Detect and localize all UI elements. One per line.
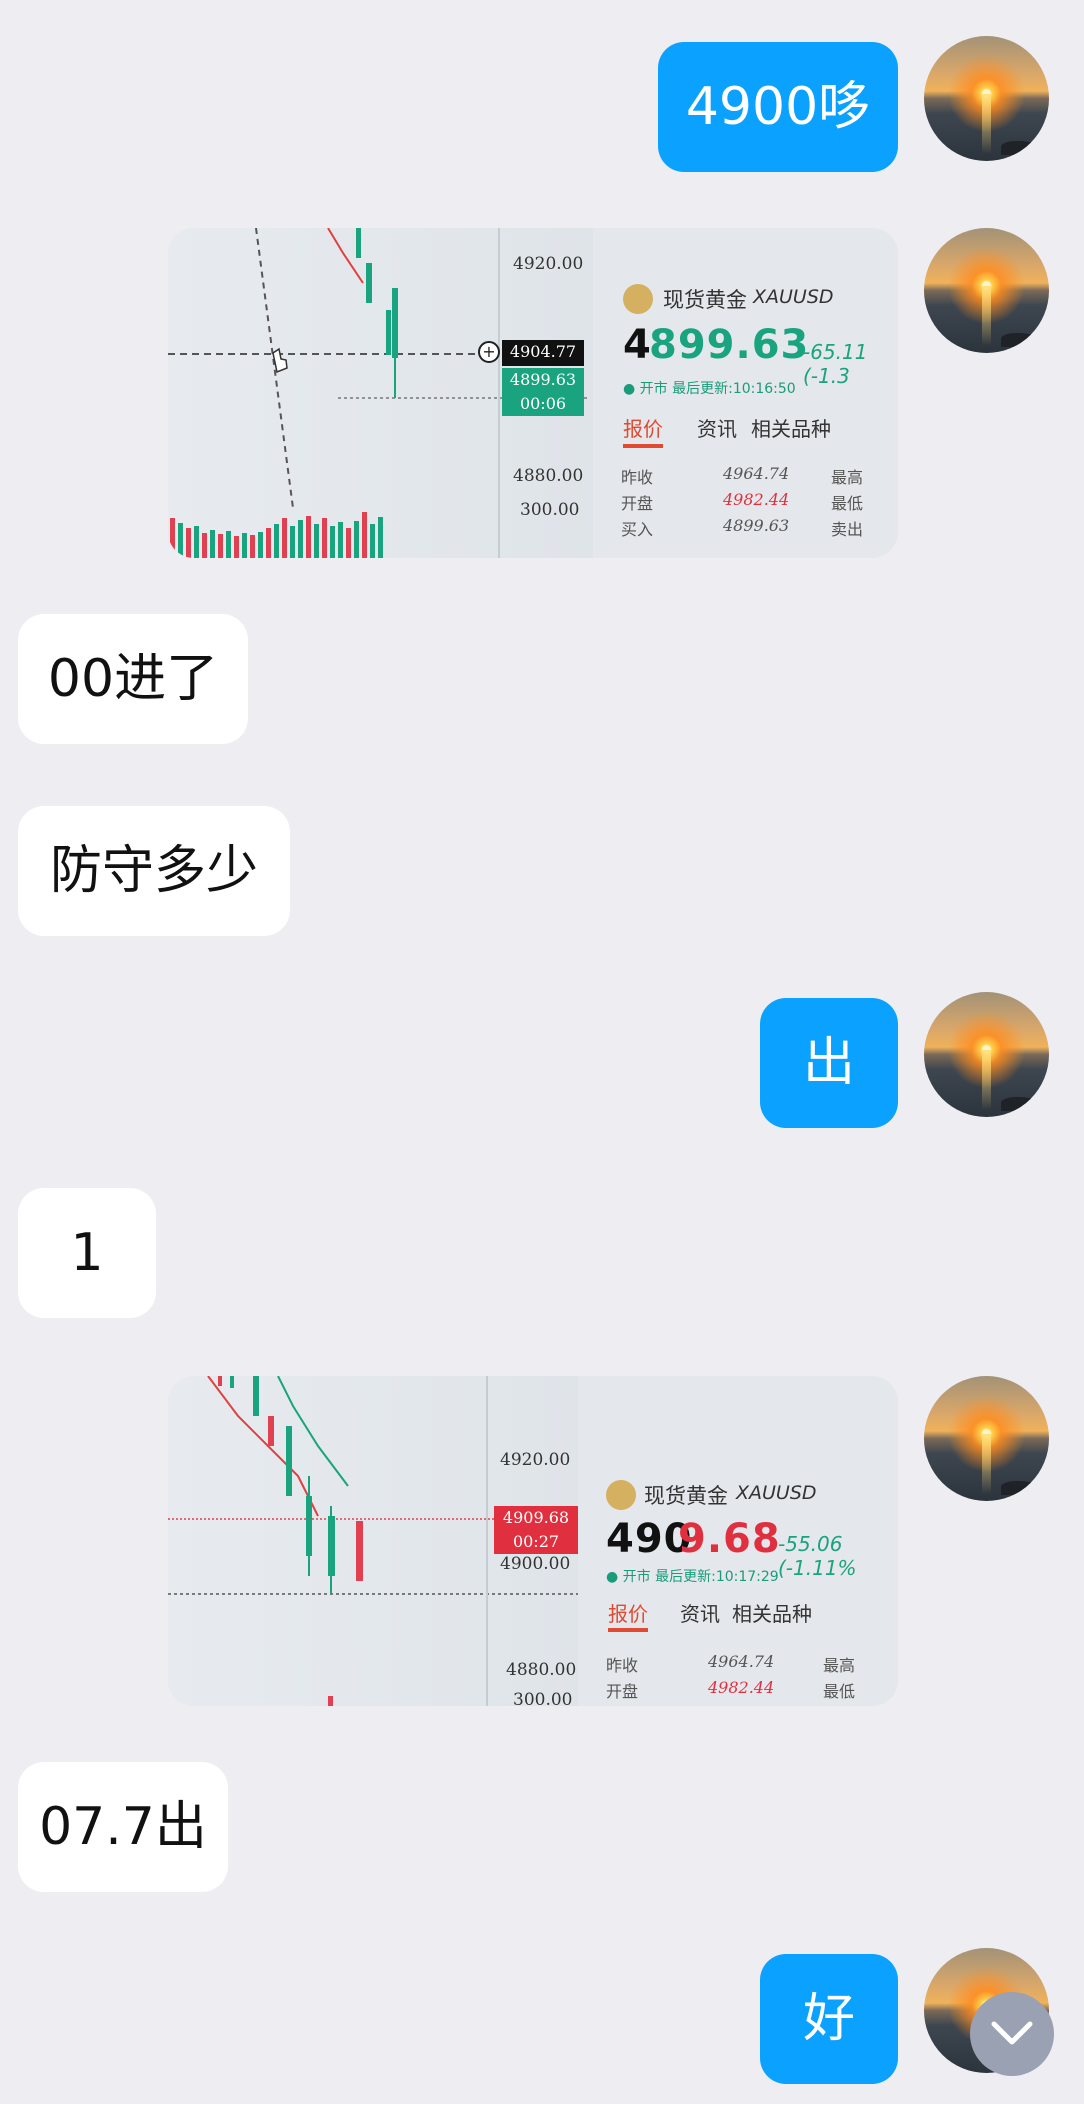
price-tick: 300.00	[520, 500, 580, 520]
message-bubble-outgoing[interactable]: 4900哆	[658, 42, 898, 172]
price-tick: 300.00	[513, 1690, 573, 1706]
gold-coin-icon	[606, 1480, 636, 1510]
price-tick: 4880.00	[506, 1660, 577, 1680]
instrument-name: 现货黄金	[663, 288, 747, 312]
row-value: 4982.44	[723, 490, 790, 509]
price-head: 4	[623, 322, 652, 368]
current-price-tag: 4909.68	[494, 1506, 578, 1530]
row-value: 4964.74	[708, 1652, 775, 1671]
price-tick: 4920.00	[500, 1450, 571, 1470]
message-bubble-incoming[interactable]: 防守多少	[18, 806, 290, 936]
user-avatar[interactable]	[924, 228, 1049, 353]
message-bubble-incoming[interactable]: 00进了	[18, 614, 248, 744]
price-axis-divider	[486, 1376, 488, 1706]
tab-related: 相关品种	[751, 417, 831, 441]
row-extra: 卖出	[831, 520, 864, 539]
tab-related: 相关品种	[732, 1602, 812, 1626]
tab-quote: 报价	[623, 417, 663, 441]
price-tail: 9.68	[678, 1516, 781, 1562]
chevron-down-icon	[991, 2021, 1033, 2045]
crosshair-plus-icon: +	[478, 341, 500, 363]
chart-screenshot-image[interactable]: 4920.00 4900.00 4880.00 300.00 4909.68 0…	[168, 1376, 898, 1706]
row-value: 4899.63	[723, 516, 790, 535]
row-label: 昨收	[621, 468, 654, 487]
user-avatar[interactable]	[924, 992, 1049, 1117]
price-change: -65.11 (-1.3	[803, 340, 868, 388]
quote-panel: 现货黄金 XAUUSD 4 899.63 -65.11 (-1.3 ● 开市 最…	[593, 228, 898, 558]
instrument-symbol: XAUUSD	[753, 286, 834, 308]
row-extra: 最低	[831, 494, 864, 513]
row-label: 买入	[621, 520, 654, 539]
row-value: 4982.44	[708, 1678, 775, 1697]
tab-quote: 报价	[608, 1602, 648, 1626]
row-label: 开盘	[606, 1682, 639, 1701]
instrument-name: 现货黄金	[644, 1484, 728, 1508]
crosshair-price-tag: 4904.77	[502, 340, 584, 366]
message-bubble-incoming[interactable]: 1	[18, 1188, 156, 1318]
user-avatar[interactable]	[924, 36, 1049, 161]
price-tail: 899.63	[649, 322, 810, 368]
price-tick: 4920.00	[513, 254, 584, 274]
instrument-symbol: XAUUSD	[736, 1482, 817, 1504]
quote-panel: 现货黄金 XAUUSD 490 9.68 -55.06 (-1.11% ● 开市…	[578, 1376, 898, 1706]
message-bubble-outgoing[interactable]: 好	[760, 1954, 898, 2084]
last-update: ● 开市 最后更新:10:16:50	[623, 381, 796, 397]
price-tick: 4900.00	[500, 1554, 571, 1574]
tab-news: 资讯	[697, 417, 737, 441]
current-price-tag: 4899.63	[502, 368, 584, 392]
last-update: ● 开市 最后更新:10:17:29	[606, 1569, 779, 1585]
message-bubble-incoming[interactable]: 07.7出	[18, 1762, 228, 1892]
countdown-tag: 00:27	[494, 1530, 578, 1554]
scroll-to-bottom-button[interactable]	[970, 1992, 1054, 2076]
row-value: 4964.74	[723, 464, 790, 483]
volume-bars	[170, 512, 383, 558]
tab-news: 资讯	[680, 1602, 720, 1626]
chart-screenshot-image[interactable]: 4920.00 4880.00 300.00 4904.77 + 4899.63…	[168, 228, 898, 558]
price-axis-divider	[498, 228, 500, 558]
message-bubble-outgoing[interactable]: 出	[760, 998, 898, 1128]
row-extra: 最高	[823, 1656, 856, 1675]
price-tick: 4880.00	[513, 466, 584, 486]
tab-underline	[608, 1628, 648, 1632]
row-label: 开盘	[621, 494, 654, 513]
tab-underline	[623, 444, 663, 448]
row-label: 昨收	[606, 1656, 639, 1675]
gold-coin-icon	[623, 284, 653, 314]
countdown-tag: 00:06	[502, 392, 584, 416]
user-avatar[interactable]	[924, 1376, 1049, 1501]
row-extra: 最低	[823, 1682, 856, 1701]
row-extra: 最高	[831, 468, 864, 487]
price-change: -55.06 (-1.11%	[778, 1532, 857, 1580]
